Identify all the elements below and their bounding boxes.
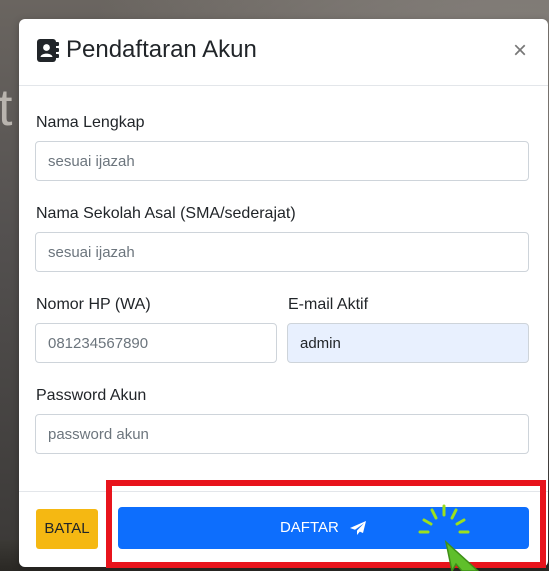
nama-lengkap-label: Nama Lengkap — [36, 114, 145, 131]
password-input[interactable] — [35, 414, 529, 454]
modal-header: Pendaftaran Akun × — [19, 19, 548, 86]
password-label: Password Akun — [36, 387, 147, 404]
email-input[interactable] — [287, 323, 529, 363]
address-book-icon — [37, 39, 59, 62]
paper-plane-icon — [350, 521, 367, 536]
sekolah-asal-label: Nama Sekolah Asal (SMA/sederajat) — [36, 205, 296, 222]
background-text: t — [0, 79, 13, 137]
close-button[interactable]: × — [508, 37, 532, 65]
sekolah-asal-input[interactable] — [35, 232, 529, 272]
email-label: E-mail Aktif — [288, 296, 369, 313]
nomor-hp-input[interactable] — [35, 323, 277, 363]
nomor-hp-label: Nomor HP (WA) — [36, 296, 151, 313]
batal-button[interactable]: BATAL — [36, 509, 98, 549]
registration-modal: Pendaftaran Akun × Nama Lengkap Nama Sek… — [19, 19, 548, 567]
nama-lengkap-input[interactable] — [35, 141, 529, 181]
modal-title: Pendaftaran Akun — [66, 36, 257, 63]
daftar-label: DAFTAR — [279, 519, 339, 537]
daftar-button[interactable]: DAFTAR — [118, 507, 529, 549]
